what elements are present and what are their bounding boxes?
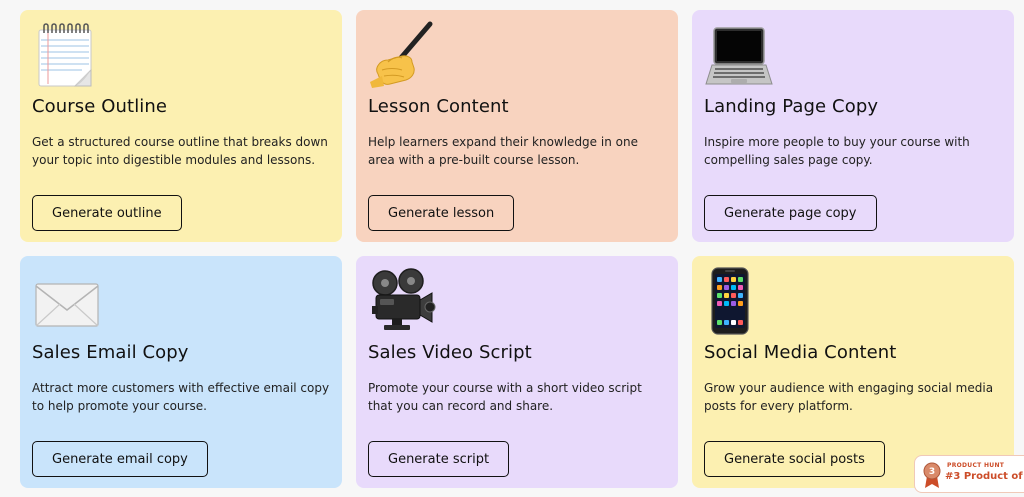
medal-icon: 3 bbox=[923, 462, 941, 488]
generate-social-posts-button[interactable]: Generate social posts bbox=[704, 441, 885, 477]
card-description: Attract more customers with effective em… bbox=[32, 381, 330, 413]
card-course-outline: Course Outline Get a structured course o… bbox=[20, 10, 342, 242]
card-description: Grow your audience with engaging social … bbox=[704, 381, 994, 413]
card-title: Social Media Content bbox=[704, 342, 897, 363]
card-title: Sales Email Copy bbox=[32, 342, 189, 363]
card-sales-email-copy: Sales Email Copy Attract more customers … bbox=[20, 256, 342, 488]
card-description: Promote your course with a short video s… bbox=[368, 381, 642, 413]
card-title: Landing Page Copy bbox=[704, 96, 879, 117]
product-hunt-label: PRODUCT HUNT bbox=[947, 462, 1005, 469]
generate-outline-button[interactable]: Generate outline bbox=[32, 195, 182, 231]
product-hunt-text: #3 Product of th bbox=[945, 471, 1024, 482]
generate-email-copy-button[interactable]: Generate email copy bbox=[32, 441, 208, 477]
page: Course Outline Get a structured course o… bbox=[0, 0, 1024, 497]
card-landing-page-copy: Landing Page Copy Inspire more people to… bbox=[692, 10, 1014, 242]
movie-camera-icon bbox=[368, 266, 438, 336]
card-title: Course Outline bbox=[32, 96, 168, 117]
card-lesson-content: Lesson Content Help learners expand thei… bbox=[356, 10, 678, 242]
generate-lesson-button[interactable]: Generate lesson bbox=[368, 195, 515, 231]
card-sales-video-script: Sales Video Script Promote your course w… bbox=[356, 256, 678, 488]
writing-hand-icon bbox=[368, 20, 438, 90]
mobile-phone-icon bbox=[704, 266, 774, 336]
notepad-icon bbox=[32, 20, 102, 90]
card-social-media-content: Social Media Content Grow your audience … bbox=[692, 256, 1014, 488]
card-description: Inspire more people to buy your course w… bbox=[704, 135, 970, 167]
card-title: Sales Video Script bbox=[368, 342, 532, 363]
card-title: Lesson Content bbox=[368, 96, 509, 117]
product-hunt-badge[interactable]: 3 PRODUCT HUNT #3 Product of th bbox=[914, 455, 1024, 493]
laptop-icon bbox=[704, 20, 774, 90]
envelope-icon bbox=[32, 266, 102, 336]
generate-page-copy-button[interactable]: Generate page copy bbox=[704, 195, 877, 231]
generator-card-grid: Course Outline Get a structured course o… bbox=[20, 10, 1014, 488]
card-description: Get a structured course outline that bre… bbox=[32, 135, 328, 167]
generate-script-button[interactable]: Generate script bbox=[368, 441, 510, 477]
card-description: Help learners expand their knowledge in … bbox=[368, 135, 638, 167]
medal-number: 3 bbox=[929, 467, 935, 477]
